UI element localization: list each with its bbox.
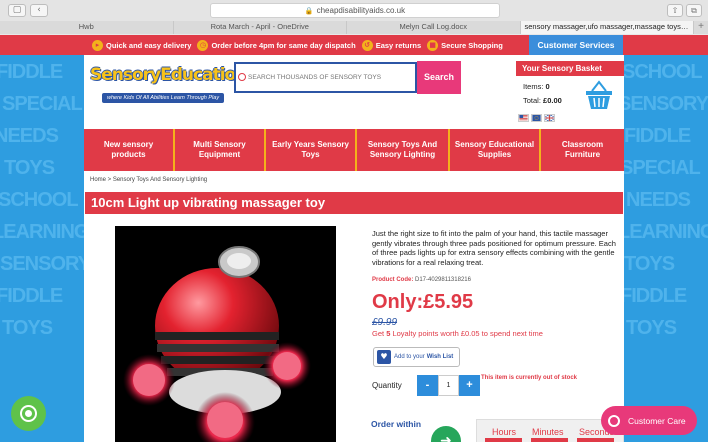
old-price: £9.99 bbox=[372, 317, 398, 328]
back-button[interactable]: ‹ bbox=[30, 4, 48, 17]
quantity-label: Quantity bbox=[372, 381, 402, 390]
truck-icon: ▸ bbox=[92, 39, 103, 51]
product-description: Just the right size to fit into the palm… bbox=[372, 229, 616, 267]
nav-sensory-toys-lighting[interactable]: Sensory Toys And Sensory Lighting bbox=[357, 129, 450, 171]
eu-flag-icon[interactable] bbox=[531, 114, 542, 122]
nav-new-sensory-products[interactable]: New sensory products bbox=[84, 129, 175, 171]
stock-status: This item is currently out of stock bbox=[481, 375, 578, 381]
page-content: SensoryEducation where Kids Of All Abili… bbox=[84, 55, 624, 442]
tab-hwb[interactable]: Hwb bbox=[0, 21, 174, 34]
timer-minutes-label: Minutes bbox=[532, 427, 564, 437]
search-button[interactable]: Search bbox=[417, 61, 461, 94]
clock-icon: ◷ bbox=[197, 39, 209, 51]
promo-dispatch: ◷ Order before 4pm for same day dispatch bbox=[197, 39, 356, 51]
basket-total: Total: £0.00 bbox=[523, 96, 562, 105]
timer-minutes-box bbox=[531, 438, 568, 442]
quantity-increase-button[interactable]: + bbox=[459, 375, 480, 396]
breadcrumb[interactable]: Home > Sensory Toys And Sensory Lighting bbox=[90, 177, 207, 183]
background-pattern-right: SCHOOL SENSORY FIDDLE SPECIAL NEEDS LEAR… bbox=[624, 55, 708, 442]
chat-icon bbox=[608, 414, 620, 427]
order-within-label: Order within bbox=[371, 419, 422, 429]
promo-secure: ■ Secure Shopping bbox=[427, 39, 503, 51]
background-pattern-left: FIDDLE SPECIAL NEEDS TOYS SCHOOL LEARNIN… bbox=[0, 55, 84, 442]
logo-tagline: where Kids Of All Abilities Learn Throug… bbox=[102, 93, 225, 103]
tabs-overview-button[interactable]: ⧉ bbox=[686, 4, 702, 17]
quantity-input[interactable]: 1 bbox=[438, 375, 459, 396]
basket-icon[interactable] bbox=[583, 79, 615, 111]
nav-early-years-sensory-toys[interactable]: Early Years Sensory Toys bbox=[266, 129, 357, 171]
return-icon: ↺ bbox=[361, 39, 373, 51]
heart-icon: ♥ bbox=[377, 350, 391, 364]
customer-services-button[interactable]: Customer Services bbox=[529, 35, 623, 55]
tab-rota[interactable]: Rota March - April - OneDrive bbox=[173, 21, 347, 34]
search-box bbox=[234, 62, 417, 93]
new-tab-button[interactable]: + bbox=[694, 21, 708, 34]
currency-flags bbox=[518, 114, 555, 122]
tab-call-log[interactable]: Melyn Call Log.docx bbox=[347, 21, 521, 34]
search-icon bbox=[238, 73, 246, 81]
uk-flag-icon[interactable] bbox=[544, 114, 555, 122]
sidebar-toggle-icon[interactable]: ▢ bbox=[8, 4, 26, 17]
timer-hours-box bbox=[485, 438, 522, 442]
tab-bar: Hwb Rota March - April - OneDrive Melyn … bbox=[0, 21, 708, 34]
share-button[interactable]: ⇧ bbox=[667, 4, 683, 17]
lock-icon: ■ bbox=[427, 39, 439, 51]
browser-chrome: ▢ ‹ 🔒 cheapdisabilityaids.co.uk ⇧ ⧉ Hwb R… bbox=[0, 0, 708, 34]
search-input[interactable] bbox=[248, 64, 413, 91]
product-code: Product Code: D17-4029811318216 bbox=[372, 277, 471, 283]
basket-panel: Your Sensory Basket Items: 0 Total: £0.0… bbox=[516, 61, 624, 125]
product-title: 10cm Light up vibrating massager toy bbox=[85, 192, 623, 214]
nav-sensory-educational-supplies[interactable]: Sensory Educational Supplies bbox=[450, 129, 541, 171]
customer-care-button[interactable]: Customer Care bbox=[601, 406, 697, 435]
logo-wordmark: SensoryEducation bbox=[90, 65, 247, 85]
promo-delivery: ▸ Quick and easy delivery bbox=[92, 39, 191, 51]
basket-title[interactable]: Your Sensory Basket bbox=[516, 61, 624, 76]
quantity-decrease-button[interactable]: - bbox=[417, 375, 438, 396]
whatsapp-chat-button[interactable] bbox=[11, 396, 46, 431]
tab-sensory-massager[interactable]: sensory massager,ufo massager,massage to… bbox=[520, 21, 694, 34]
product-image[interactable] bbox=[115, 226, 336, 442]
timer-seconds-box bbox=[577, 438, 614, 442]
lock-icon: 🔒 bbox=[304, 8, 314, 15]
us-flag-icon[interactable] bbox=[518, 114, 529, 122]
loyalty-points: Get 5 Loyalty points worth £0.05 to spen… bbox=[372, 329, 543, 338]
address-bar[interactable]: 🔒 cheapdisabilityaids.co.uk bbox=[210, 3, 500, 18]
url-text: cheapdisabilityaids.co.uk bbox=[316, 6, 406, 15]
whatsapp-icon bbox=[25, 410, 32, 417]
category-nav: New sensory products Multi Sensory Equip… bbox=[84, 129, 624, 171]
promo-returns: ↺ Easy returns bbox=[361, 39, 421, 51]
add-to-wishlist-button[interactable]: ♥ Add to your Wish List bbox=[373, 347, 460, 367]
arrow-right-icon[interactable]: ➜ bbox=[431, 426, 461, 442]
basket-items: Items: 0 bbox=[523, 82, 550, 91]
nav-classroom-furniture[interactable]: Classroom Furniture bbox=[541, 129, 624, 171]
timer-hours-label: Hours bbox=[492, 427, 517, 437]
nav-multi-sensory-equipment[interactable]: Multi Sensory Equipment bbox=[175, 129, 266, 171]
product-price: Only:£5.95 bbox=[372, 291, 474, 313]
site-logo[interactable]: SensoryEducation where Kids Of All Abili… bbox=[90, 65, 247, 110]
